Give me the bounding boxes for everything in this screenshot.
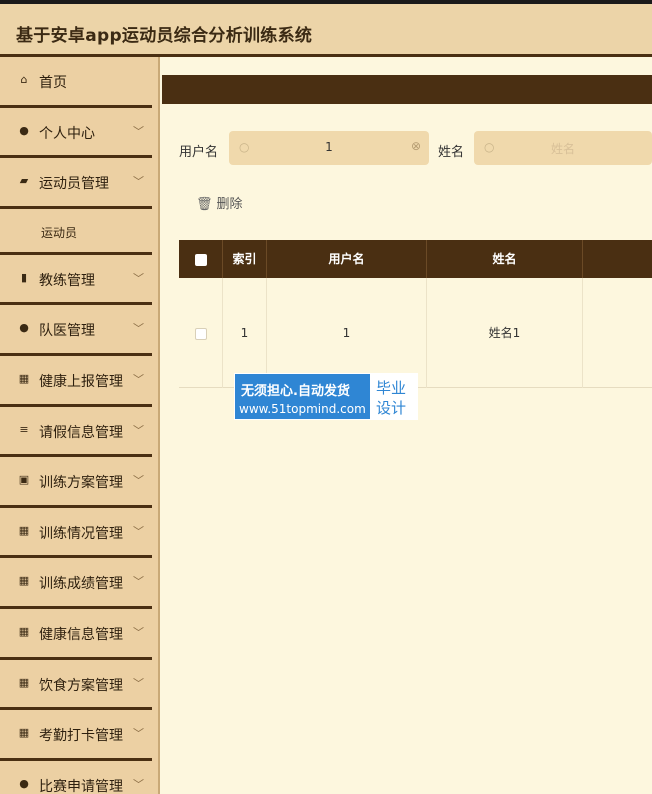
apps-icon: ▦ bbox=[18, 675, 30, 689]
sidebar-item[interactable]: ● 队医管理 ﹀ bbox=[0, 305, 152, 356]
table-row[interactable]: 1 1 姓名1 bbox=[179, 278, 652, 388]
sidebar-item-label: 训练方案管理 bbox=[39, 475, 123, 492]
chevron-down-icon: ﹀ bbox=[133, 676, 144, 690]
sidebar-item[interactable]: ▮ 教练管理 ﹀ bbox=[0, 255, 152, 306]
watermark-right: 毕业 设计 bbox=[370, 374, 417, 419]
header-username: 用户名 bbox=[267, 240, 427, 278]
watermark-line1: 无须担心.自动发货 bbox=[241, 384, 350, 399]
watermark-right2: 设计 bbox=[376, 399, 407, 417]
delete-label: 删除 bbox=[216, 197, 243, 212]
app-title: 基于安卓app运动员综合分析训练系统 bbox=[16, 26, 313, 46]
sidebar-item[interactable]: ● 个人中心 ﹀ bbox=[0, 108, 152, 159]
sidebar-item-label: 健康信息管理 bbox=[39, 626, 123, 643]
sidebar-item-label: 饮食方案管理 bbox=[39, 677, 123, 694]
chevron-down-icon: ﹀ bbox=[133, 575, 144, 589]
header-name: 姓名 bbox=[427, 240, 583, 278]
chevron-down-icon: ﹀ bbox=[133, 625, 144, 639]
name-placeholder: 姓名 bbox=[550, 142, 575, 156]
chevron-down-icon: ﹀ bbox=[133, 124, 144, 138]
watermark-badge: 无须担心.自动发货 www.51topmind.com 毕业 设计 bbox=[234, 373, 418, 420]
sidebar-item[interactable]: ▦ 训练情况管理 ﹀ bbox=[0, 508, 152, 559]
sidebar-item[interactable]: ▦ 训练成绩管理 ﹀ bbox=[0, 558, 152, 609]
sidebar-item-label: 比赛申请管理 bbox=[39, 778, 123, 794]
calendar-x-icon: ▣ bbox=[18, 473, 30, 487]
select-all-checkbox[interactable] bbox=[179, 240, 223, 278]
cell-more bbox=[583, 278, 652, 388]
home-icon: ⌂ bbox=[20, 73, 28, 86]
sidebar-item[interactable]: ≡ 请假信息管理 ﹀ bbox=[0, 407, 152, 458]
sidebar-item[interactable]: ▦ 考勤打卡管理 ﹀ bbox=[0, 710, 152, 761]
header-more bbox=[583, 240, 652, 278]
sidebar-item-label: 教练管理 bbox=[39, 272, 95, 289]
watermark-line2: www.51topmind.com bbox=[239, 402, 366, 416]
cell-index: 1 bbox=[223, 278, 267, 388]
user-icon: ● bbox=[19, 123, 29, 137]
sidebar: ⌂ 首页 ● 个人中心 ﹀ ▰ 运动员管理 ﹀ 运动员 ▮ 教练管理 ﹀ ● 队医管理 ﹀ ▦ 健康上报管理 ﹀ ≡… bbox=[0, 57, 160, 794]
grid-icon: ▦ bbox=[18, 523, 30, 537]
chevron-down-icon: ﹀ bbox=[133, 777, 144, 791]
chevron-down-icon: ﹀ bbox=[133, 524, 144, 538]
sidebar-item-label: 首页 bbox=[39, 75, 67, 91]
sidebar-item-label: 个人中心 bbox=[39, 125, 95, 142]
chevron-down-icon: ﹀ bbox=[133, 372, 144, 386]
grid-icon: ▦ bbox=[18, 371, 30, 385]
username-search-input[interactable]: ○ 1 ⊗ bbox=[229, 131, 429, 165]
main-content: 用户名 ○ 1 ⊗ 姓名 ○ 姓名 🗑 删除 索引 用户名 姓名 1 1 姓名1 bbox=[162, 57, 652, 794]
sidebar-item-label: 考勤打卡管理 bbox=[39, 728, 123, 745]
grid-icon: ▦ bbox=[18, 726, 30, 740]
grid-icon: ▦ bbox=[18, 574, 30, 588]
sidebar-item-label: 请假信息管理 bbox=[39, 424, 123, 441]
sidebar-item[interactable]: ▦ 饮食方案管理 ﹀ bbox=[0, 660, 152, 711]
table-header: 索引 用户名 姓名 bbox=[179, 240, 652, 278]
top-bar: 基于安卓app运动员综合分析训练系统 bbox=[0, 0, 652, 57]
data-table: 索引 用户名 姓名 1 1 姓名1 bbox=[179, 240, 652, 388]
sidebar-item-label: 训练情况管理 bbox=[39, 525, 123, 542]
chevron-down-icon: ﹀ bbox=[133, 322, 144, 336]
sidebar-item[interactable]: ▦ 健康上报管理 ﹀ bbox=[0, 356, 152, 407]
chevron-down-icon: ﹀ bbox=[133, 727, 144, 741]
sidebar-item-label: 健康上报管理 bbox=[39, 373, 123, 390]
username-value: 1 bbox=[325, 140, 333, 154]
sidebar-item-label: 训练成绩管理 bbox=[39, 576, 123, 593]
sidebar-item[interactable]: ● 比赛申请管理 ﹀ bbox=[0, 761, 152, 794]
sidebar-item-label: 运动员管理 bbox=[39, 176, 109, 193]
header-index: 索引 bbox=[223, 240, 267, 278]
cell-username: 1 bbox=[267, 278, 427, 388]
sidebar-item[interactable]: ▣ 训练方案管理 ﹀ bbox=[0, 457, 152, 508]
sidebar-item[interactable]: ▰ 运动员管理 ﹀ bbox=[0, 158, 152, 209]
name-label: 姓名 bbox=[438, 145, 465, 160]
list-icon: ≡ bbox=[19, 422, 29, 436]
watermark-right1: 毕业 bbox=[376, 379, 407, 397]
sidebar-subitem-label: 运动员 bbox=[41, 225, 78, 240]
chevron-down-icon: ﹀ bbox=[133, 423, 144, 437]
page-banner bbox=[162, 75, 652, 104]
cell-name: 姓名1 bbox=[427, 278, 583, 388]
trash-icon: 🗑 bbox=[196, 197, 213, 212]
user-icon: ● bbox=[19, 776, 29, 790]
clear-icon[interactable]: ⊗ bbox=[411, 139, 421, 153]
chevron-down-icon: ﹀ bbox=[133, 271, 144, 285]
sidebar-item[interactable]: ▦ 健康信息管理 ﹀ bbox=[0, 609, 152, 660]
sidebar-subitem[interactable]: 运动员 bbox=[0, 209, 152, 255]
sidebar-item-label: 队医管理 bbox=[39, 323, 95, 340]
wallet-icon: ▰ bbox=[19, 174, 29, 188]
delete-button[interactable]: 🗑 删除 bbox=[196, 193, 243, 212]
username-label: 用户名 bbox=[179, 145, 219, 160]
row-checkbox[interactable] bbox=[179, 278, 223, 388]
chevron-down-icon: ﹀ bbox=[133, 474, 144, 488]
grid-icon: ▦ bbox=[18, 624, 30, 638]
name-search-input[interactable]: ○ 姓名 bbox=[474, 131, 652, 165]
book-icon: ▮ bbox=[20, 270, 28, 284]
user-icon: ● bbox=[19, 321, 29, 335]
sidebar-item[interactable]: ⌂ 首页 bbox=[0, 57, 152, 108]
chevron-down-icon: ﹀ bbox=[133, 175, 144, 189]
